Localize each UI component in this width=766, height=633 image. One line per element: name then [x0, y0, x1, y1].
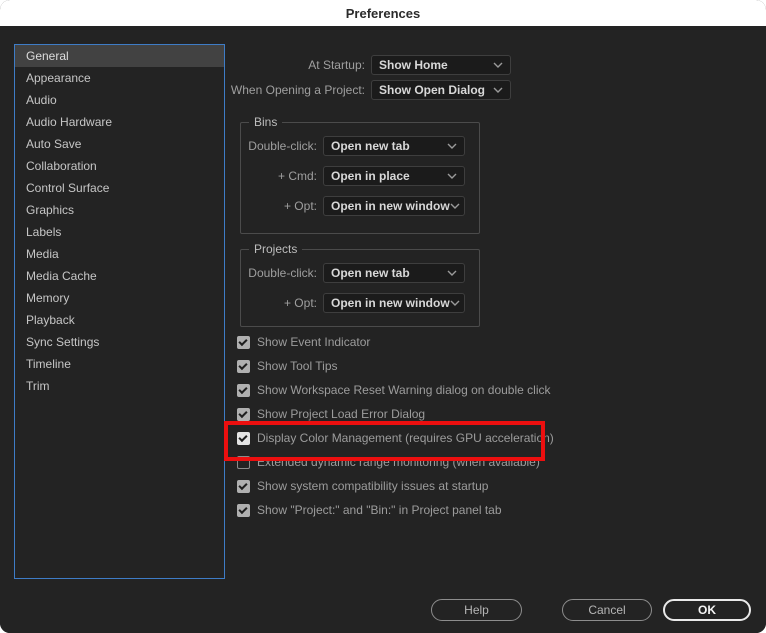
checkbox-checked-icon[interactable]	[237, 408, 250, 421]
dropdown-value: Show Open Dialog	[379, 83, 485, 97]
checkbox-label: Show Project Load Error Dialog	[257, 407, 425, 421]
sidebar-item-auto-save[interactable]: Auto Save	[15, 133, 224, 155]
chevron-down-icon	[493, 87, 503, 93]
sidebar-item-memory[interactable]: Memory	[15, 287, 224, 309]
sidebar-item-trim[interactable]: Trim	[15, 375, 224, 397]
checkbox-label: Extended dynamic range monitoring (when …	[257, 455, 540, 469]
sidebar-item-control-surface[interactable]: Control Surface	[15, 177, 224, 199]
checkbox-label: Show Event Indicator	[257, 335, 370, 349]
projects-group: Projects Double-click:Open new tab+ Opt:…	[240, 249, 480, 327]
dropdown-value: Open new tab	[331, 266, 410, 280]
checkbox-label: Show system compatibility issues at star…	[257, 479, 488, 493]
sidebar-item-collaboration[interactable]: Collaboration	[15, 155, 224, 177]
dropdown-value: Show Home	[379, 58, 448, 72]
checkbox-checked-icon[interactable]	[237, 336, 250, 349]
sidebar-item-appearance[interactable]: Appearance	[15, 67, 224, 89]
field-label-opt: + Opt:	[241, 199, 317, 213]
dropdown-double-click[interactable]: Open new tab	[323, 136, 465, 156]
setting-row-double-click: Double-click: Open new tab	[241, 263, 479, 283]
checkbox-checked-icon[interactable]	[237, 360, 250, 373]
checkbox-checked-icon[interactable]	[237, 480, 250, 493]
projects-group-legend: Projects	[249, 242, 302, 256]
sidebar-item-timeline[interactable]: Timeline	[15, 353, 224, 375]
setting-row-cmd: + Cmd: Open in place	[241, 166, 479, 186]
chevron-down-icon	[447, 173, 457, 179]
checkbox-row-show-event-indicator[interactable]: Show Event Indicator	[237, 335, 554, 349]
sidebar-item-audio-hardware[interactable]: Audio Hardware	[15, 111, 224, 133]
preferences-dialog: Preferences GeneralAppearanceAudioAudio …	[0, 0, 766, 633]
dropdown-value: Open new tab	[331, 139, 410, 153]
cancel-button[interactable]: Cancel	[562, 599, 652, 621]
help-button[interactable]: Help	[431, 599, 522, 621]
bins-group-legend: Bins	[249, 115, 282, 129]
chevron-down-icon	[447, 143, 457, 149]
setting-row-opt: + Opt: Open in new window	[241, 293, 479, 313]
dropdown-at-startup[interactable]: Show Home	[371, 55, 511, 75]
dropdown-value: Open in new window	[331, 199, 450, 213]
dropdown-opt[interactable]: Open in new window	[323, 196, 465, 216]
checkbox-unchecked-icon[interactable]	[237, 456, 250, 469]
setting-row-double-click: Double-click: Open new tab	[241, 136, 479, 156]
startup-settings: At Startup: Show Home When Opening a Proje…	[230, 55, 511, 105]
ok-button[interactable]: OK	[663, 599, 751, 621]
chevron-down-icon	[447, 270, 457, 276]
checkbox-checked-icon[interactable]	[237, 432, 250, 445]
chevron-down-icon	[450, 203, 460, 209]
sidebar-item-media[interactable]: Media	[15, 243, 224, 265]
checkbox-row-show-workspace-reset-warning-dialog-on-double-click[interactable]: Show Workspace Reset Warning dialog on d…	[237, 383, 554, 397]
checkbox-row-show-project-and-bin-in-project-panel-tab[interactable]: Show "Project:" and "Bin:" in Project pa…	[237, 503, 554, 517]
checkbox-label: Show Workspace Reset Warning dialog on d…	[257, 383, 550, 397]
checkbox-row-show-project-load-error-dialog[interactable]: Show Project Load Error Dialog	[237, 407, 554, 421]
checkbox-list: Show Event Indicator Show Tool Tips Show W…	[237, 335, 554, 527]
dropdown-when-opening-a-project[interactable]: Show Open Dialog	[371, 80, 511, 100]
dialog-body: GeneralAppearanceAudioAudio HardwareAuto…	[0, 26, 766, 633]
checkbox-checked-icon[interactable]	[237, 504, 250, 517]
bins-group-rows: Double-click: Open new tab + Cmd: Open in p…	[241, 136, 479, 226]
chevron-down-icon	[493, 62, 503, 68]
dropdown-opt[interactable]: Open in new window	[323, 293, 465, 313]
projects-group-rows: Double-click: Open new tab + Opt: Open in n…	[241, 263, 479, 323]
field-label-double-click: Double-click:	[241, 139, 317, 153]
checkbox-label: Show "Project:" and "Bin:" in Project pa…	[257, 503, 502, 517]
bins-group: Bins Double-click:Open new tab+ Cmd:Open…	[240, 122, 480, 234]
setting-row-opt: + Opt: Open in new window	[241, 196, 479, 216]
dropdown-value: Open in place	[331, 169, 410, 183]
dialog-title: Preferences	[346, 6, 420, 21]
field-label-at-startup: At Startup:	[230, 58, 365, 72]
checkbox-label: Display Color Management (requires GPU a…	[257, 431, 554, 445]
sidebar-item-media-cache[interactable]: Media Cache	[15, 265, 224, 287]
sidebar-item-playback[interactable]: Playback	[15, 309, 224, 331]
setting-row-when-opening-a-project: When Opening a Project: Show Open Dialog	[230, 80, 511, 100]
checkbox-row-display-color-management-requires-gpu-acceleration[interactable]: Display Color Management (requires GPU a…	[237, 431, 554, 445]
dropdown-cmd[interactable]: Open in place	[323, 166, 465, 186]
sidebar-item-graphics[interactable]: Graphics	[15, 199, 224, 221]
field-label-opt: + Opt:	[241, 296, 317, 310]
sidebar-item-sync-settings[interactable]: Sync Settings	[15, 331, 224, 353]
field-label-double-click: Double-click:	[241, 266, 317, 280]
sidebar-item-general[interactable]: General	[15, 45, 224, 67]
sidebar-item-audio[interactable]: Audio	[15, 89, 224, 111]
dropdown-value: Open in new window	[331, 296, 450, 310]
checkbox-checked-icon[interactable]	[237, 384, 250, 397]
checkbox-row-show-system-compatibility-issues-at-startup[interactable]: Show system compatibility issues at star…	[237, 479, 554, 493]
chevron-down-icon	[450, 300, 460, 306]
field-label-when-opening-a-project: When Opening a Project:	[230, 83, 365, 97]
checkbox-label: Show Tool Tips	[257, 359, 338, 373]
titlebar: Preferences	[0, 0, 766, 26]
sidebar-list: GeneralAppearanceAudioAudio HardwareAuto…	[14, 44, 225, 579]
checkbox-row-extended-dynamic-range-monitoring-when-available[interactable]: Extended dynamic range monitoring (when …	[237, 455, 554, 469]
setting-row-at-startup: At Startup: Show Home	[230, 55, 511, 75]
dropdown-double-click[interactable]: Open new tab	[323, 263, 465, 283]
field-label-cmd: + Cmd:	[241, 169, 317, 183]
sidebar-item-labels[interactable]: Labels	[15, 221, 224, 243]
checkbox-row-show-tool-tips[interactable]: Show Tool Tips	[237, 359, 554, 373]
